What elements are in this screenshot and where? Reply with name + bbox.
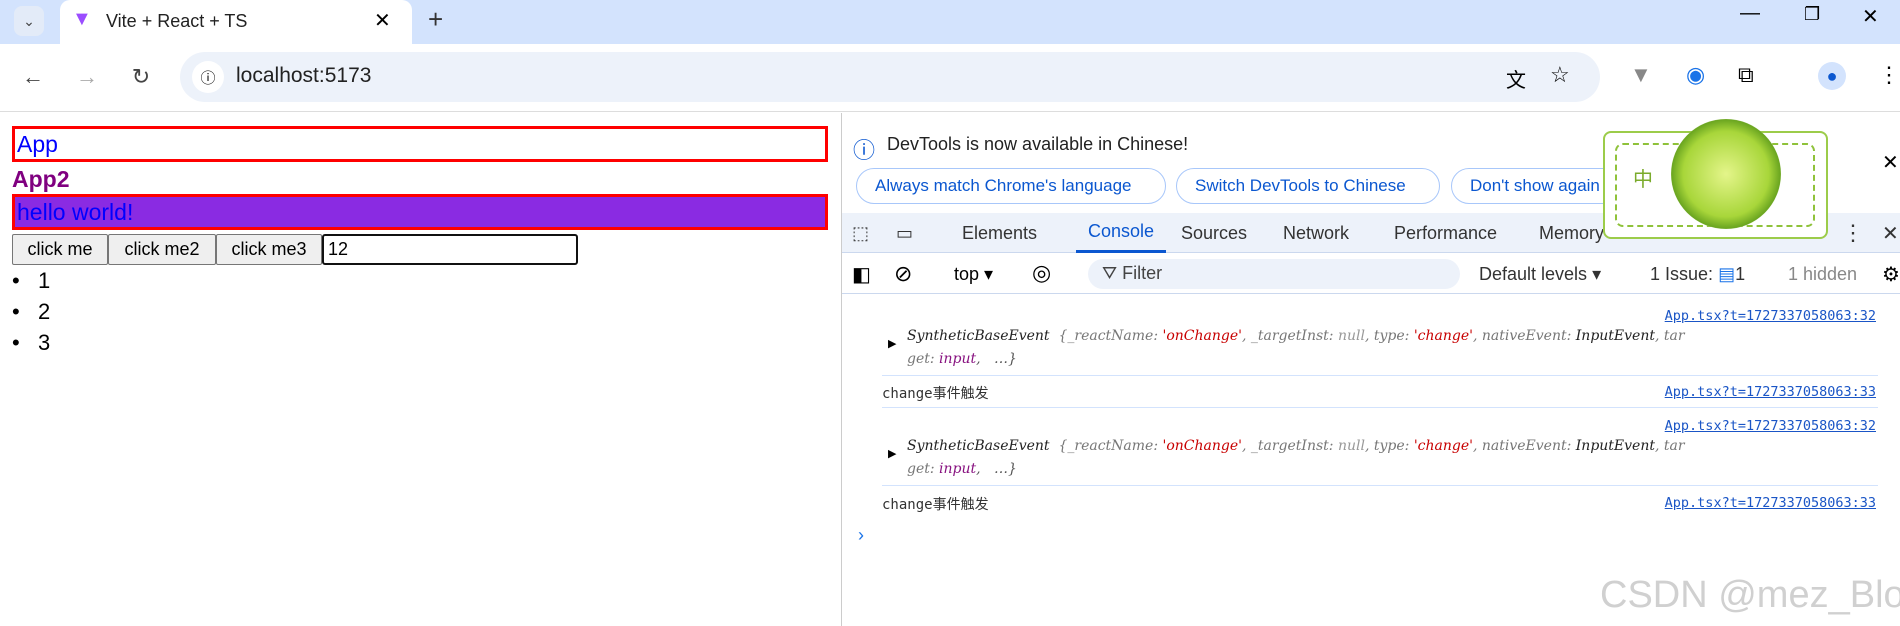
url-text[interactable]: localhost:5173: [236, 64, 371, 88]
click-me3-button[interactable]: click me3: [216, 234, 322, 265]
clear-console-icon[interactable]: ⊘: [894, 261, 912, 287]
log-object-line2: get: input, …}: [907, 351, 1017, 367]
tab-memory[interactable]: Memory: [1539, 213, 1604, 253]
copilot-extension-icon[interactable]: ◉: [1686, 62, 1705, 88]
minimize-button[interactable]: —: [1740, 2, 1760, 25]
address-bar[interactable]: ⓘ localhost:5173 文 ☆: [180, 52, 1600, 102]
context-value: top: [954, 264, 980, 284]
log-divider: [882, 485, 1878, 486]
filter-placeholder: Filter: [1122, 263, 1163, 283]
close-window-button[interactable]: ✕: [1862, 4, 1879, 29]
sidebar-toggle-icon[interactable]: ◧: [852, 262, 871, 287]
translate-icon[interactable]: 文: [1506, 64, 1526, 93]
list-item: • 3: [12, 330, 51, 355]
list-item: • 1: [12, 268, 51, 293]
more-options-icon[interactable]: ⋮: [1842, 213, 1864, 253]
list-item-text: 3: [38, 330, 51, 355]
list-item-text: 1: [38, 268, 51, 293]
tab-network[interactable]: Network: [1283, 213, 1349, 253]
click-me2-button[interactable]: click me2: [108, 234, 216, 265]
number-list: • 1 • 2 • 3: [12, 268, 50, 361]
tab-elements[interactable]: Elements: [962, 213, 1037, 253]
widget-char: 中: [1633, 169, 1653, 191]
log-message: change事件触发: [882, 386, 989, 402]
list-item-text: 2: [38, 299, 51, 324]
list-item: • 2: [12, 299, 51, 324]
bookmark-star-icon[interactable]: ☆: [1550, 62, 1570, 88]
issue-icon: ▤: [1718, 264, 1736, 284]
app2-heading: App2: [12, 166, 70, 192]
new-tab-button[interactable]: +: [428, 4, 443, 35]
tab-search-button[interactable]: ⌄: [14, 6, 44, 36]
filter-input[interactable]: ⛛ Filter: [1088, 259, 1460, 289]
log-source-link[interactable]: App.tsx?t=1727337058063:32: [1665, 418, 1876, 434]
levels-value: Default levels: [1479, 264, 1588, 284]
profile-avatar[interactable]: ●: [1818, 62, 1846, 90]
tab-sources[interactable]: Sources: [1181, 213, 1247, 253]
log-object-line1: SyntheticBaseEvent {_reactName: 'onChang…: [907, 328, 1685, 344]
issues-button[interactable]: 1 Issue: ▤1: [1650, 264, 1745, 285]
log-message: change事件触发: [882, 497, 989, 513]
issues-count: 1: [1735, 264, 1746, 284]
lime-image: [1671, 119, 1781, 229]
log-source-link[interactable]: App.tsx?t=1727337058063:33: [1665, 384, 1876, 400]
hidden-count: 1 hidden: [1788, 264, 1858, 284]
forward-icon[interactable]: →: [72, 62, 102, 92]
info-icon: ⓘ: [853, 138, 876, 163]
maximize-button[interactable]: ❐: [1804, 4, 1820, 25]
log-divider: [882, 375, 1878, 376]
device-toolbar-icon[interactable]: ▭: [896, 213, 913, 253]
live-expression-eye-icon[interactable]: ◎: [1032, 260, 1051, 286]
tab-performance[interactable]: Performance: [1394, 213, 1497, 253]
console-prompt-icon[interactable]: ›: [858, 525, 864, 546]
dont-show-again-button[interactable]: Don't show again: [1451, 168, 1621, 204]
issues-label: 1 Issue:: [1650, 264, 1714, 284]
log-source-link[interactable]: App.tsx?t=1727337058063:33: [1665, 495, 1876, 511]
menu-icon[interactable]: ⋮: [1878, 62, 1900, 88]
log-levels-dropdown[interactable]: Default levels ▾: [1479, 264, 1601, 285]
back-icon[interactable]: ←: [18, 62, 48, 92]
lime-widget[interactable]: 中: [1603, 119, 1828, 239]
context-select[interactable]: top ▾: [954, 264, 993, 285]
log-divider: [882, 407, 1878, 408]
hello-box: hello world!: [12, 194, 828, 230]
log-object-line2: get: input, …}: [907, 461, 1017, 477]
log-object-line1: SyntheticBaseEvent {_reactName: 'onChang…: [907, 438, 1685, 454]
page-content: [0, 113, 840, 626]
watermark: CSDN @mez_Blog: [1600, 574, 1900, 616]
text-input[interactable]: [322, 234, 578, 265]
always-match-language-button[interactable]: Always match Chrome's language: [856, 168, 1166, 204]
app-box: App: [12, 126, 828, 162]
tab-console[interactable]: Console: [1076, 213, 1167, 253]
click-me-button[interactable]: click me: [12, 234, 108, 265]
console-settings-gear-icon[interactable]: ⚙: [1882, 262, 1900, 287]
inspect-element-icon[interactable]: ⬚: [852, 213, 869, 253]
switch-to-chinese-button[interactable]: Switch DevTools to Chinese: [1176, 168, 1440, 204]
close-devtools-icon[interactable]: ✕: [1882, 213, 1899, 253]
console-toolbar: ◧ ⊘ top ▾ ◎ ⛛ Filter Default levels ▾ 1 …: [842, 254, 1900, 294]
expand-triangle-icon[interactable]: ▶: [888, 447, 896, 460]
reload-icon[interactable]: ↻: [126, 62, 156, 92]
extensions-icon[interactable]: ⧉: [1738, 62, 1754, 88]
browser-tab[interactable]: ▼ Vite + React + TS ✕: [60, 0, 412, 44]
site-info-icon[interactable]: ⓘ: [192, 61, 224, 93]
vue-devtools-extension-icon[interactable]: ▼: [1630, 62, 1652, 88]
vite-logo-icon: ▼: [72, 8, 92, 30]
close-infobar-icon[interactable]: ✕: [1882, 150, 1899, 175]
close-tab-icon[interactable]: ✕: [374, 8, 391, 33]
tab-title: Vite + React + TS: [106, 11, 248, 31]
infobar-message: DevTools is now available in Chinese!: [887, 134, 1189, 154]
log-source-link[interactable]: App.tsx?t=1727337058063:32: [1665, 308, 1876, 324]
expand-triangle-icon[interactable]: ▶: [888, 337, 896, 350]
